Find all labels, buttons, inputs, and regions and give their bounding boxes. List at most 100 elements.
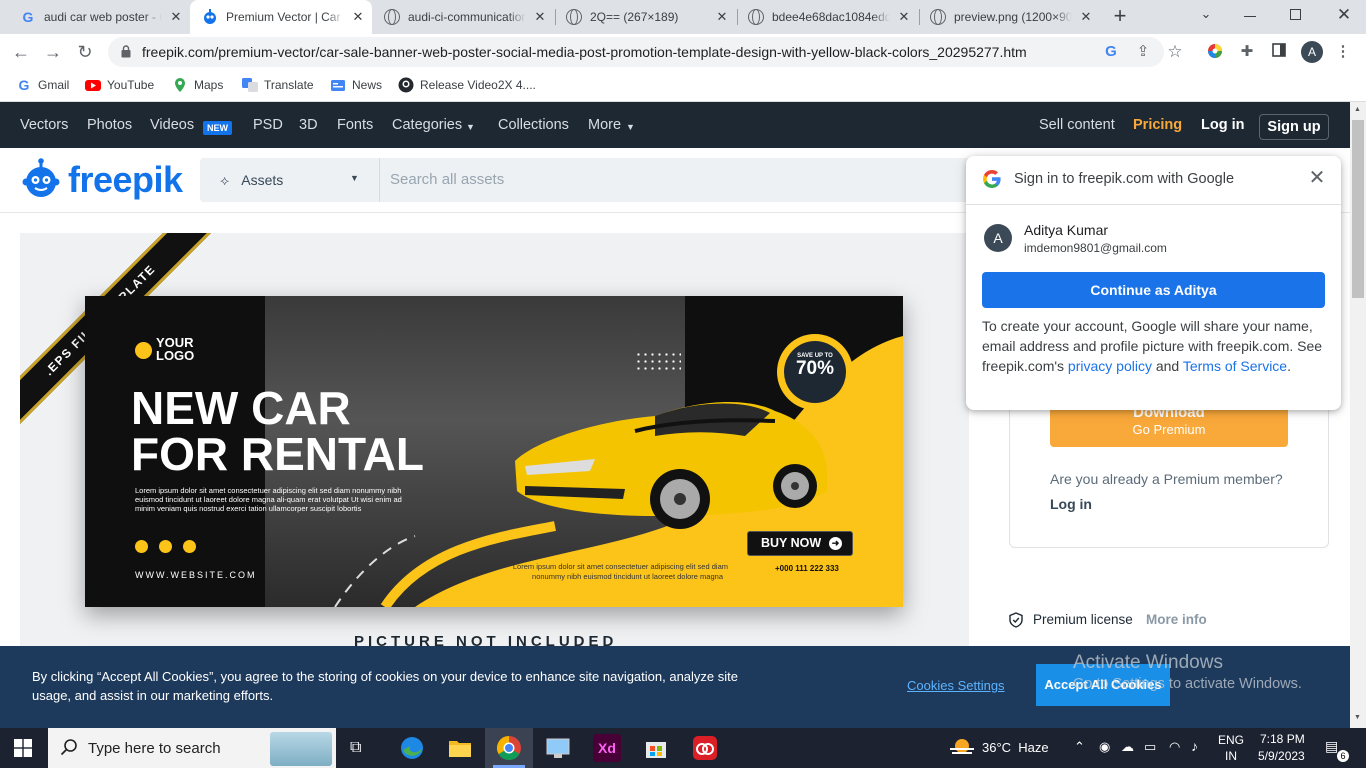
windows-start-icon[interactable] [14,739,32,760]
edge-browser-icon[interactable] [398,734,426,762]
bookmark-gmail[interactable]: G Gmail [16,77,70,93]
close-icon[interactable]: ✕ [168,9,184,25]
chevron-down-icon: ▼ [466,122,475,132]
notification-icon[interactable]: ▤ [1325,738,1338,755]
file-explorer-icon[interactable] [446,734,474,762]
cookie-settings-link[interactable]: Cookies Settings [907,678,1005,693]
close-icon[interactable]: ✕ [714,9,730,25]
logo-dot-icon [135,342,152,359]
microsoft-store-icon[interactable] [642,734,670,762]
terms-link[interactable]: Terms of Service [1183,358,1287,374]
continue-as-button[interactable]: Continue as Aditya [982,272,1325,308]
page-scrollbar[interactable]: ▲ ▼ [1350,102,1366,728]
bookmark-translate[interactable]: Translate [242,77,314,93]
scroll-up-arrow-icon[interactable]: ▲ [1354,106,1361,113]
tab-title: preview.png (1200×900) [954,10,1072,24]
bookmark-star-icon[interactable]: ☆ [1166,43,1184,61]
back-arrow-icon[interactable]: ← [10,42,32,64]
search-icon [60,738,78,760]
remote-desktop-icon[interactable] [544,734,572,762]
nav-sell-content[interactable]: Sell content [1039,117,1115,133]
more-info-link[interactable]: More info [1146,612,1207,627]
close-icon[interactable]: ✕ [350,9,366,25]
chevron-down-icon: ▼ [626,122,635,132]
scroll-down-arrow-icon[interactable]: ▼ [1354,714,1361,721]
nav-more[interactable]: More [588,117,621,133]
bookmark-video2x[interactable]: Release Video2X 4.... [398,77,536,93]
search-input[interactable]: Search all assets [390,171,504,188]
headline-line-1: NEW CAR [131,382,351,434]
taskbar-search-box[interactable]: Type here to search [48,728,336,768]
nav-videos[interactable]: Videos [150,117,194,133]
globe-icon [384,9,400,25]
battery-icon[interactable]: ▭ [1144,739,1156,755]
wifi-icon[interactable]: ◠ [1169,739,1180,755]
freepik-icon [202,9,218,25]
weather-text[interactable]: 36°C Haze [982,740,1049,755]
chrome-menu-icon[interactable]: ⋮ [1334,43,1352,61]
tab-bdee-image[interactable]: bdee4e68dac1084edd ✕ [736,0,918,34]
puzzle-extensions-icon[interactable]: ✚ [1238,43,1256,61]
nav-psd[interactable]: PSD [253,117,283,133]
new-badge: NEW [203,121,232,135]
popup-close-icon[interactable]: ✕ [1307,168,1327,188]
scrollbar-thumb[interactable] [1352,120,1364,298]
template-preview[interactable]: .EPS FILE TEMPLATE YOUR LOGO NEW CAR FOR… [20,233,969,653]
tab-2q-image[interactable]: 2Q== (267×189) ✕ [554,0,736,34]
forward-arrow-icon[interactable]: → [42,42,64,64]
tab-google-search[interactable]: G audi car web poster - Google Search ✕ [8,0,190,34]
sidebar-login-link[interactable]: Log in [1050,496,1092,512]
tab-freepik-active[interactable]: Premium Vector | Car sale banner ✕ [190,0,372,34]
tray-app-icon[interactable]: ◉ [1099,739,1110,755]
close-icon[interactable]: ✕ [532,9,548,25]
nav-login[interactable]: Log in [1201,117,1245,133]
tray-chevron-up-icon[interactable]: ⌃ [1074,739,1085,755]
bookmark-news[interactable]: News [330,77,382,93]
reload-icon[interactable]: ↻ [74,42,96,64]
privacy-policy-link[interactable]: privacy policy [1068,358,1152,374]
address-bar[interactable]: freepik.com/premium-vector/car-sale-bann… [108,37,1164,67]
minimize-icon[interactable] [1244,16,1256,17]
weather-haze-icon [950,738,974,761]
new-tab-button[interactable]: + [1108,4,1132,28]
bookmark-youtube[interactable]: YouTube [85,77,154,93]
volume-icon[interactable]: ♪ [1191,738,1198,754]
tab-preview-png[interactable]: preview.png (1200×900) ✕ [918,0,1100,34]
signup-button[interactable]: Sign up [1259,114,1329,140]
nav-pricing[interactable]: Pricing [1133,117,1182,133]
nav-collections[interactable]: Collections [498,117,569,133]
nav-3d[interactable]: 3D [299,117,318,133]
google-lens-icon[interactable]: G [1102,43,1120,61]
close-icon[interactable]: ✕ [896,9,912,25]
clock-date[interactable]: 5/9/2023 [1258,749,1305,763]
close-icon[interactable]: ✕ [1078,9,1094,25]
task-view-icon[interactable]: ⧉ [350,739,361,757]
share-icon[interactable]: ⇪ [1134,43,1152,61]
side-panel-icon[interactable] [1270,43,1288,61]
dot-grid-decor [635,351,681,371]
profile-avatar[interactable]: A [1301,41,1323,63]
lang-line-1[interactable]: ENG [1218,733,1244,747]
color-extension-icon[interactable] [1206,43,1224,61]
creative-cloud-icon[interactable] [691,734,719,762]
freepik-logo[interactable]: freepik [20,157,183,202]
nav-photos[interactable]: Photos [87,117,132,133]
restore-icon[interactable] [1290,9,1301,20]
clock-time[interactable]: 7:18 PM [1260,732,1305,746]
chrome-taskbar-active[interactable] [485,728,533,768]
bookmarks-bar: G Gmail YouTube Maps Translate News Relea… [0,70,1366,102]
globe-icon [566,9,582,25]
news-icon [330,77,346,93]
nav-fonts[interactable]: Fonts [337,117,373,133]
adobe-xd-icon[interactable]: Xd [593,734,621,762]
window-close-icon[interactable]: ✕ [1334,5,1354,25]
lang-line-2[interactable]: IN [1225,749,1237,763]
nav-vectors[interactable]: Vectors [20,117,68,133]
tab-search-chevron-icon[interactable]: ⌄ [1196,6,1216,26]
assets-dropdown[interactable]: ⟡ Assets ▼ [200,158,380,202]
onedrive-cloud-icon[interactable]: ☁ [1121,739,1134,755]
bookmark-maps[interactable]: Maps [172,77,223,93]
nav-categories[interactable]: Categories [392,117,462,133]
account-row[interactable]: A Aditya Kumar imdemon9801@gmail.com [966,212,1341,262]
tab-audi-ci[interactable]: audi-ci-communication ✕ [372,0,554,34]
